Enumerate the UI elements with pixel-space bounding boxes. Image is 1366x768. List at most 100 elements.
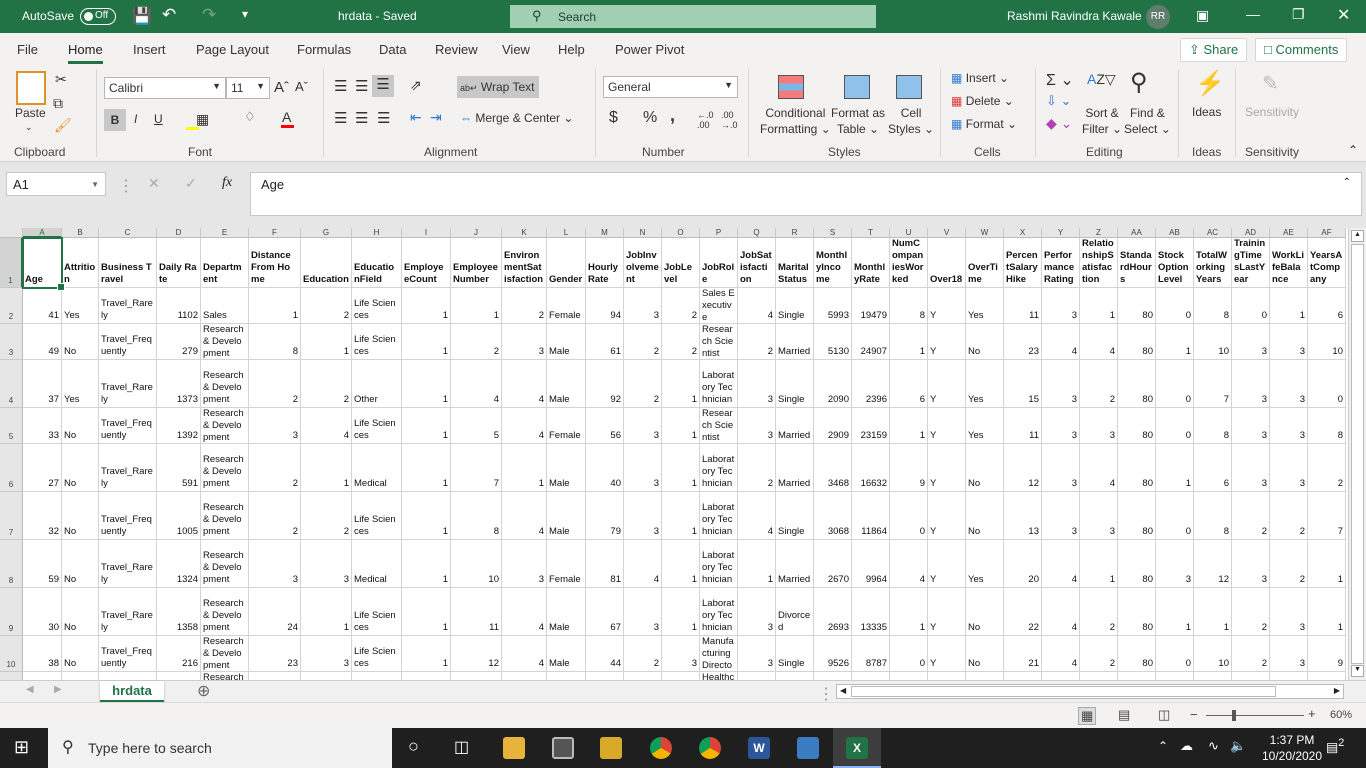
font-color-icon[interactable]: A <box>282 109 291 125</box>
insert-cells-button[interactable]: ▦ Insert ⌄ <box>951 71 1009 85</box>
table-cell[interactable]: Travel_Rarely <box>99 288 157 324</box>
tab-home[interactable]: Home <box>68 42 103 64</box>
table-cell[interactable]: Married <box>776 444 814 492</box>
table-cell[interactable]: 94 <box>586 288 624 324</box>
page-layout-view-icon[interactable]: ▤ <box>1118 707 1130 723</box>
table-cell[interactable]: 0 <box>1156 636 1194 672</box>
bold-button[interactable]: B <box>104 109 126 131</box>
align-bottom-icon[interactable]: ☰ <box>372 75 394 97</box>
header-cell[interactable]: TotalWorkingYears <box>1194 238 1232 288</box>
table-cell[interactable]: 8 <box>451 492 502 540</box>
tab-review[interactable]: Review <box>435 42 478 57</box>
table-cell[interactable]: 8787 <box>852 636 890 672</box>
chrome-icon[interactable] <box>650 737 672 759</box>
header-cell[interactable]: Age <box>23 238 62 288</box>
format-painter-icon[interactable]: 🖌 <box>54 117 72 134</box>
table-cell[interactable]: 80 <box>1118 288 1156 324</box>
row-header-2[interactable]: 2 <box>0 288 23 324</box>
table-cell[interactable] <box>1308 672 1346 680</box>
table-cell[interactable] <box>1156 672 1194 680</box>
table-cell[interactable]: 30 <box>23 588 62 636</box>
table-cell[interactable] <box>249 672 301 680</box>
table-cell[interactable] <box>62 672 99 680</box>
table-cell[interactable]: 15 <box>1004 360 1042 408</box>
column-header-AE[interactable]: AE <box>1270 228 1308 238</box>
table-cell[interactable] <box>23 672 62 680</box>
table-cell[interactable]: 8 <box>1308 408 1346 444</box>
table-cell[interactable]: Single <box>776 360 814 408</box>
scroll-right-icon[interactable]: ▶ <box>1334 686 1340 695</box>
table-cell[interactable]: 3 <box>502 540 547 588</box>
table-cell[interactable]: 7 <box>1308 492 1346 540</box>
table-cell[interactable]: 4 <box>890 540 928 588</box>
table-cell[interactable]: 8 <box>1194 492 1232 540</box>
table-cell[interactable]: 2 <box>1270 492 1308 540</box>
table-cell[interactable]: 2 <box>1232 636 1270 672</box>
fill-color-icon[interactable]: ♢ <box>244 109 256 125</box>
table-cell[interactable]: Y <box>928 492 966 540</box>
sort-filter-button[interactable]: Sort & Filter ⌄ <box>1082 105 1122 137</box>
decrease-indent-icon[interactable]: ⇤ <box>410 109 422 126</box>
table-cell[interactable]: 1 <box>1194 588 1232 636</box>
table-cell[interactable]: 4 <box>502 360 547 408</box>
header-cell[interactable]: HourlyRate <box>586 238 624 288</box>
table-cell[interactable]: 80 <box>1118 540 1156 588</box>
table-cell[interactable]: 1 <box>1156 588 1194 636</box>
table-cell[interactable]: 80 <box>1118 636 1156 672</box>
table-cell[interactable]: Medical <box>352 540 402 588</box>
document-title[interactable]: hrdata - Saved <box>338 9 417 23</box>
header-cell[interactable]: Over18 <box>928 238 966 288</box>
table-cell[interactable]: No <box>62 492 99 540</box>
table-cell[interactable]: 1 <box>502 444 547 492</box>
table-cell[interactable]: Travel_Frequently <box>99 636 157 672</box>
table-cell[interactable]: 23 <box>249 636 301 672</box>
table-cell[interactable]: 3 <box>1270 324 1308 360</box>
clear-icon[interactable]: ◆ ⌄ <box>1046 115 1072 132</box>
cortana-icon[interactable]: ○ <box>408 736 419 757</box>
borders-icon[interactable]: ▦ <box>196 111 209 128</box>
table-cell[interactable]: 1 <box>662 408 700 444</box>
orientation-icon[interactable]: ⇗ <box>410 77 422 94</box>
table-cell[interactable]: 1 <box>890 408 928 444</box>
table-cell[interactable]: Female <box>547 408 586 444</box>
share-button[interactable]: ⇪ Share <box>1180 38 1248 62</box>
tab-data[interactable]: Data <box>379 42 406 57</box>
table-cell[interactable]: 4 <box>1042 588 1080 636</box>
table-cell[interactable]: 1 <box>662 444 700 492</box>
table-cell[interactable]: 4 <box>502 636 547 672</box>
table-cell[interactable] <box>624 672 662 680</box>
table-cell[interactable]: 92 <box>586 360 624 408</box>
table-cell[interactable]: 1 <box>402 288 451 324</box>
table-cell[interactable]: 4 <box>502 492 547 540</box>
table-cell[interactable]: 2 <box>249 444 301 492</box>
table-cell[interactable]: 3 <box>738 588 776 636</box>
table-cell[interactable]: Sales <box>201 288 249 324</box>
table-cell[interactable]: 67 <box>586 588 624 636</box>
table-cell[interactable]: Y <box>928 588 966 636</box>
table-cell[interactable]: No <box>966 588 1004 636</box>
table-cell[interactable]: 2 <box>301 288 352 324</box>
table-cell[interactable]: 3 <box>1042 444 1080 492</box>
cancel-icon[interactable]: ✕ <box>148 175 160 192</box>
table-cell[interactable]: 22 <box>1004 588 1042 636</box>
table-cell[interactable]: 4 <box>738 492 776 540</box>
table-cell[interactable]: Manufacturing Director <box>700 636 738 672</box>
minimize-icon[interactable]: — <box>1246 6 1260 22</box>
table-cell[interactable]: 1 <box>301 324 352 360</box>
clock-time[interactable]: 1:37 PM <box>1262 733 1322 747</box>
collapse-ribbon-icon[interactable]: ⌃ <box>1348 143 1358 157</box>
scrollbar-thumb[interactable] <box>1351 244 1364 664</box>
table-cell[interactable] <box>966 672 1004 680</box>
table-cell[interactable]: 13 <box>1004 492 1042 540</box>
table-cell[interactable]: Yes <box>966 288 1004 324</box>
table-cell[interactable]: 0 <box>1156 408 1194 444</box>
table-cell[interactable]: 3 <box>738 360 776 408</box>
table-cell[interactable]: 216 <box>157 636 201 672</box>
table-cell[interactable]: Male <box>547 444 586 492</box>
table-cell[interactable]: Other <box>352 360 402 408</box>
task-view-icon[interactable]: ◫ <box>454 737 469 757</box>
table-cell[interactable]: 1 <box>662 540 700 588</box>
table-cell[interactable]: 2 <box>624 360 662 408</box>
table-cell[interactable] <box>451 672 502 680</box>
spreadsheet-grid[interactable]: A B C D E F G H I J K L M N O P Q R S T U V W X Y Z AA AB AC AD AE AF 1 A… <box>0 228 1348 680</box>
